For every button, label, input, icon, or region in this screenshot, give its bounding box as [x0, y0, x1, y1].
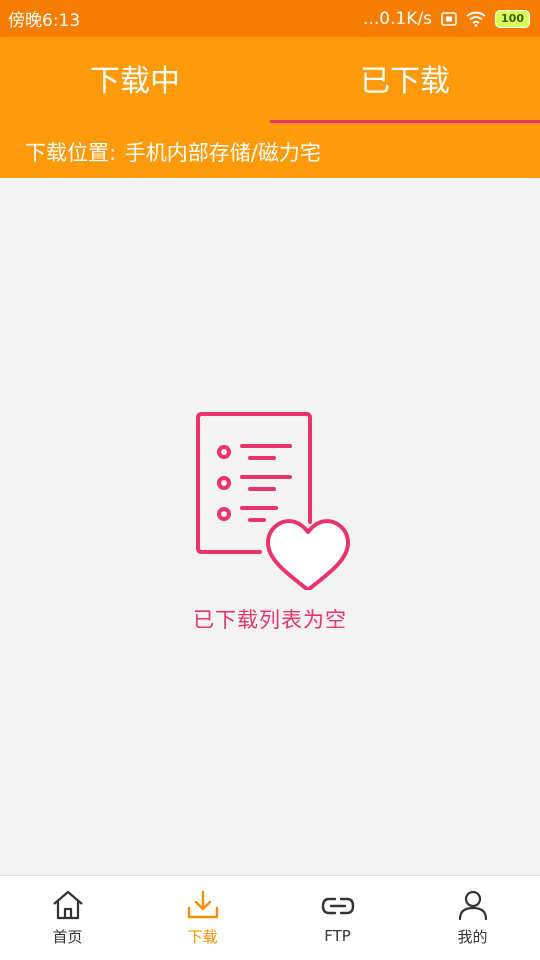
network-speed: ...0.1K/s	[363, 8, 433, 29]
download-location-label: 下载位置:	[25, 141, 117, 165]
nav-item-ftp-label: FTP	[324, 927, 351, 945]
document-list-heart-icon	[196, 412, 350, 590]
download-icon	[187, 890, 218, 918]
status-indicators: ...0.1K/s 100	[363, 9, 530, 29]
wifi-icon	[466, 11, 486, 27]
status-time: 傍晚6:13	[8, 11, 81, 31]
download-location[interactable]: 下载位置: 手机内部存储/磁力宅	[0, 137, 540, 167]
nav-item-me-label: 我的	[457, 927, 488, 946]
user-icon	[458, 890, 487, 920]
tab-downloaded[interactable]: 已下载	[270, 37, 540, 123]
home-icon	[52, 890, 83, 919]
status-bar: 傍晚6:13 ...0.1K/s 100	[0, 0, 540, 37]
tab-downloading[interactable]: 下载中	[0, 37, 270, 123]
nav-item-home[interactable]: 首页	[0, 876, 135, 960]
tab-bar: 下载中 已下载	[0, 37, 540, 123]
nav-item-me[interactable]: 我的	[405, 876, 540, 960]
bottom-nav: 首页 下载 FTP 我的	[0, 875, 540, 960]
nav-item-ftp[interactable]: FTP	[270, 876, 405, 960]
link-icon	[321, 897, 354, 915]
tab-downloading-label: 下载中	[90, 64, 180, 99]
tab-downloaded-label: 已下载	[360, 64, 450, 99]
download-location-path: 手机内部存储/磁力宅	[124, 141, 321, 165]
nav-item-download[interactable]: 下载	[135, 876, 270, 960]
sim-icon	[441, 11, 457, 26]
tab-active-indicator	[270, 120, 540, 123]
header: 下载中 已下载 下载位置: 手机内部存储/磁力宅	[0, 37, 540, 178]
empty-state: 已下载列表为空	[0, 400, 540, 634]
empty-message: 已下载列表为空	[193, 608, 347, 632]
battery-indicator: 100	[495, 9, 530, 28]
nav-item-download-label: 下载	[187, 927, 218, 946]
nav-item-home-label: 首页	[52, 927, 83, 946]
